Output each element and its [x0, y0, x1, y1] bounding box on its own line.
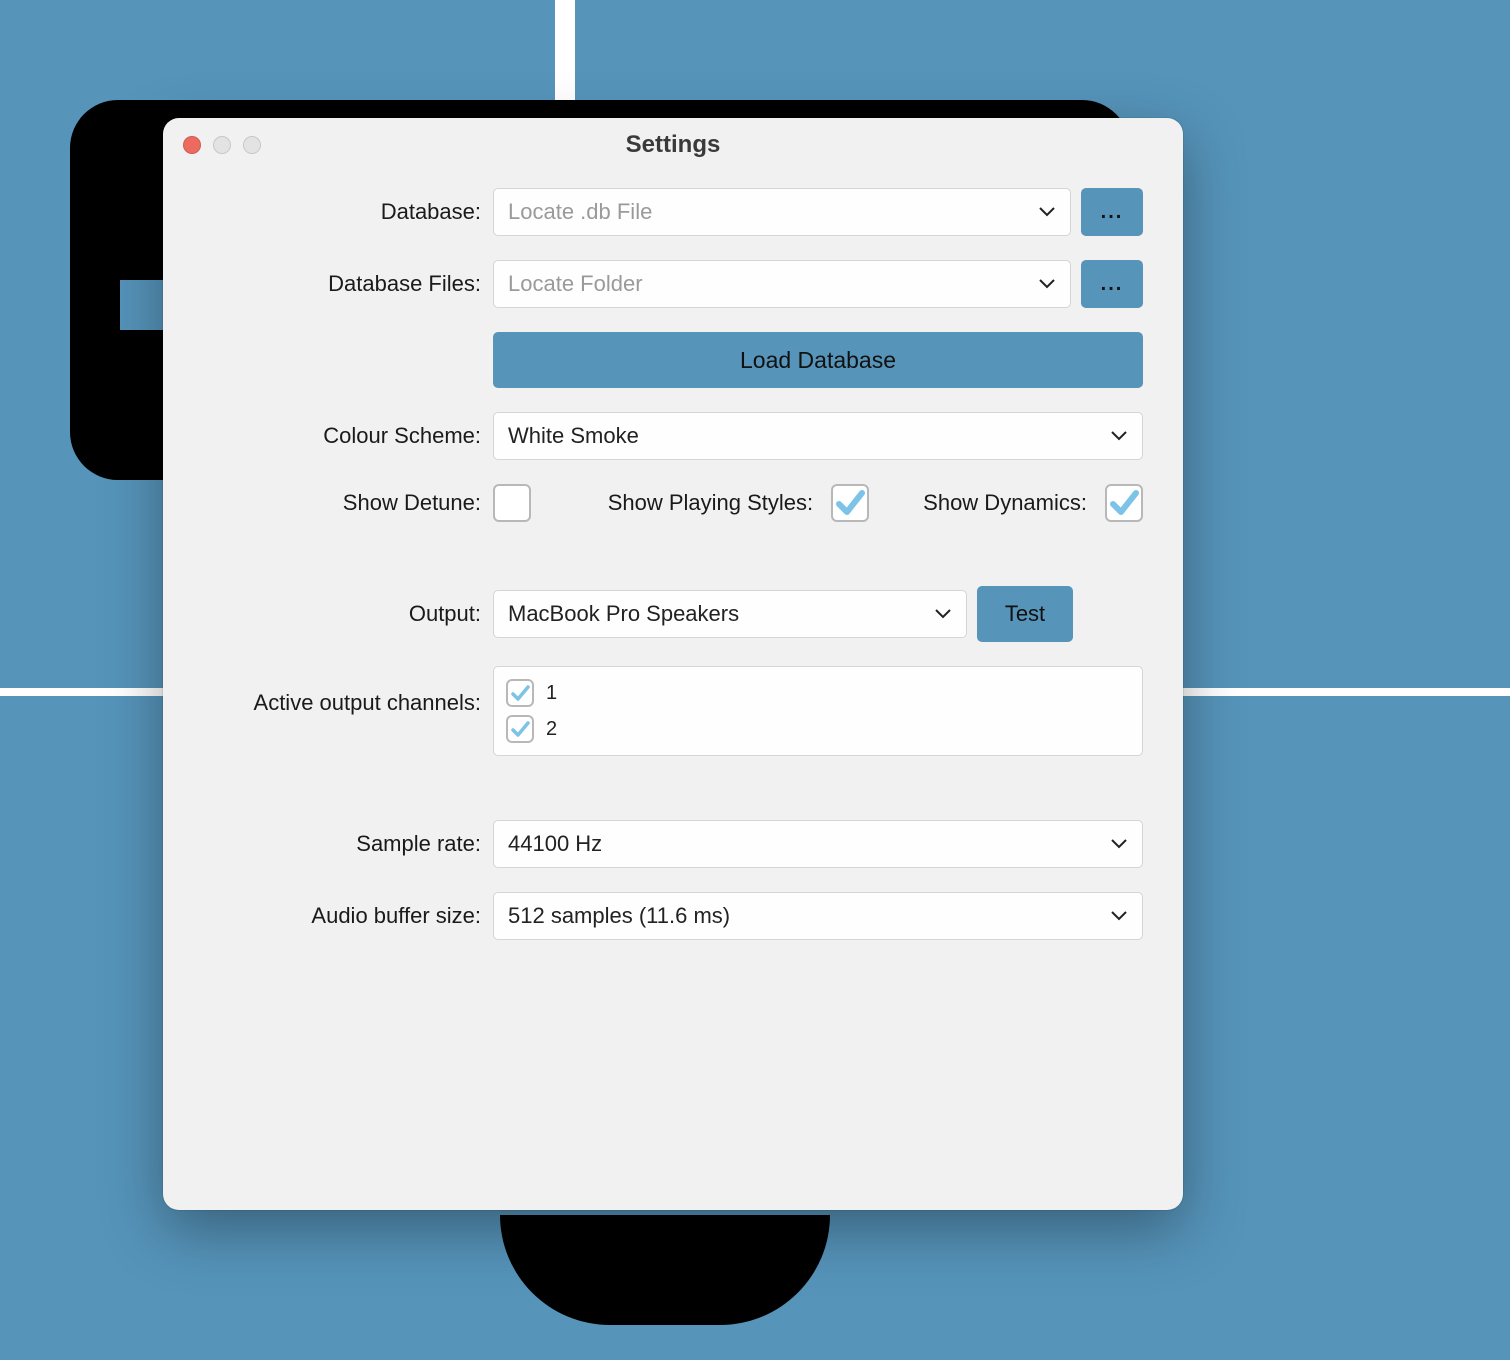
channel-2-label: 2 — [546, 718, 557, 741]
window-minimize-button[interactable] — [213, 136, 231, 154]
chevron-down-icon — [1039, 279, 1055, 289]
ellipsis-label: ... — [1101, 201, 1124, 224]
active-channels-box: 1 2 — [493, 666, 1143, 756]
load-database-label: Load Database — [740, 347, 896, 374]
show-dynamics-label: Show Dynamics: — [923, 490, 1087, 516]
database-placeholder: Locate .db File — [508, 199, 652, 225]
test-label: Test — [1005, 601, 1045, 627]
channel-item: 2 — [506, 711, 1130, 747]
colour-scheme-select[interactable]: White Smoke — [493, 412, 1143, 460]
channel-2-checkbox[interactable] — [506, 715, 534, 743]
database-files-label: Database Files: — [193, 271, 493, 297]
channel-1-label: 1 — [546, 682, 557, 705]
buffer-size-label: Audio buffer size: — [193, 903, 493, 929]
output-select[interactable]: MacBook Pro Speakers — [493, 590, 967, 638]
window-close-button[interactable] — [183, 136, 201, 154]
test-output-button[interactable]: Test — [977, 586, 1073, 642]
show-detune-label: Show Detune: — [193, 490, 493, 516]
load-database-button[interactable]: Load Database — [493, 332, 1143, 388]
colour-scheme-label: Colour Scheme: — [193, 423, 493, 449]
channel-1-checkbox[interactable] — [506, 679, 534, 707]
chevron-down-icon — [1111, 839, 1127, 849]
database-label: Database: — [193, 199, 493, 225]
database-files-placeholder: Locate Folder — [508, 271, 643, 297]
buffer-size-value: 512 samples (11.6 ms) — [508, 903, 730, 929]
show-playing-styles-checkbox[interactable] — [831, 484, 869, 522]
database-browse-button[interactable]: ... — [1081, 188, 1143, 236]
output-label: Output: — [193, 601, 493, 627]
database-select[interactable]: Locate .db File — [493, 188, 1071, 236]
output-value: MacBook Pro Speakers — [508, 601, 739, 627]
chevron-down-icon — [1039, 207, 1055, 217]
sample-rate-value: 44100 Hz — [508, 831, 602, 857]
colour-scheme-value: White Smoke — [508, 423, 639, 449]
window-title: Settings — [626, 131, 721, 159]
chevron-down-icon — [1111, 431, 1127, 441]
channel-item: 1 — [506, 675, 1130, 711]
buffer-size-select[interactable]: 512 samples (11.6 ms) — [493, 892, 1143, 940]
database-files-browse-button[interactable]: ... — [1081, 260, 1143, 308]
chevron-down-icon — [1111, 911, 1127, 921]
bg-shape — [500, 1215, 830, 1325]
chevron-down-icon — [935, 609, 951, 619]
show-dynamics-checkbox[interactable] — [1105, 484, 1143, 522]
titlebar: Settings — [163, 118, 1183, 172]
sample-rate-select[interactable]: 44100 Hz — [493, 820, 1143, 868]
show-detune-checkbox[interactable] — [493, 484, 531, 522]
window-maximize-button[interactable] — [243, 136, 261, 154]
show-playing-styles-label: Show Playing Styles: — [608, 490, 813, 516]
sample-rate-label: Sample rate: — [193, 831, 493, 857]
ellipsis-label: ... — [1101, 273, 1124, 296]
database-files-select[interactable]: Locate Folder — [493, 260, 1071, 308]
settings-window: Settings Database: Locate .db File ... D… — [163, 118, 1183, 1210]
active-channels-label: Active output channels: — [193, 666, 493, 716]
